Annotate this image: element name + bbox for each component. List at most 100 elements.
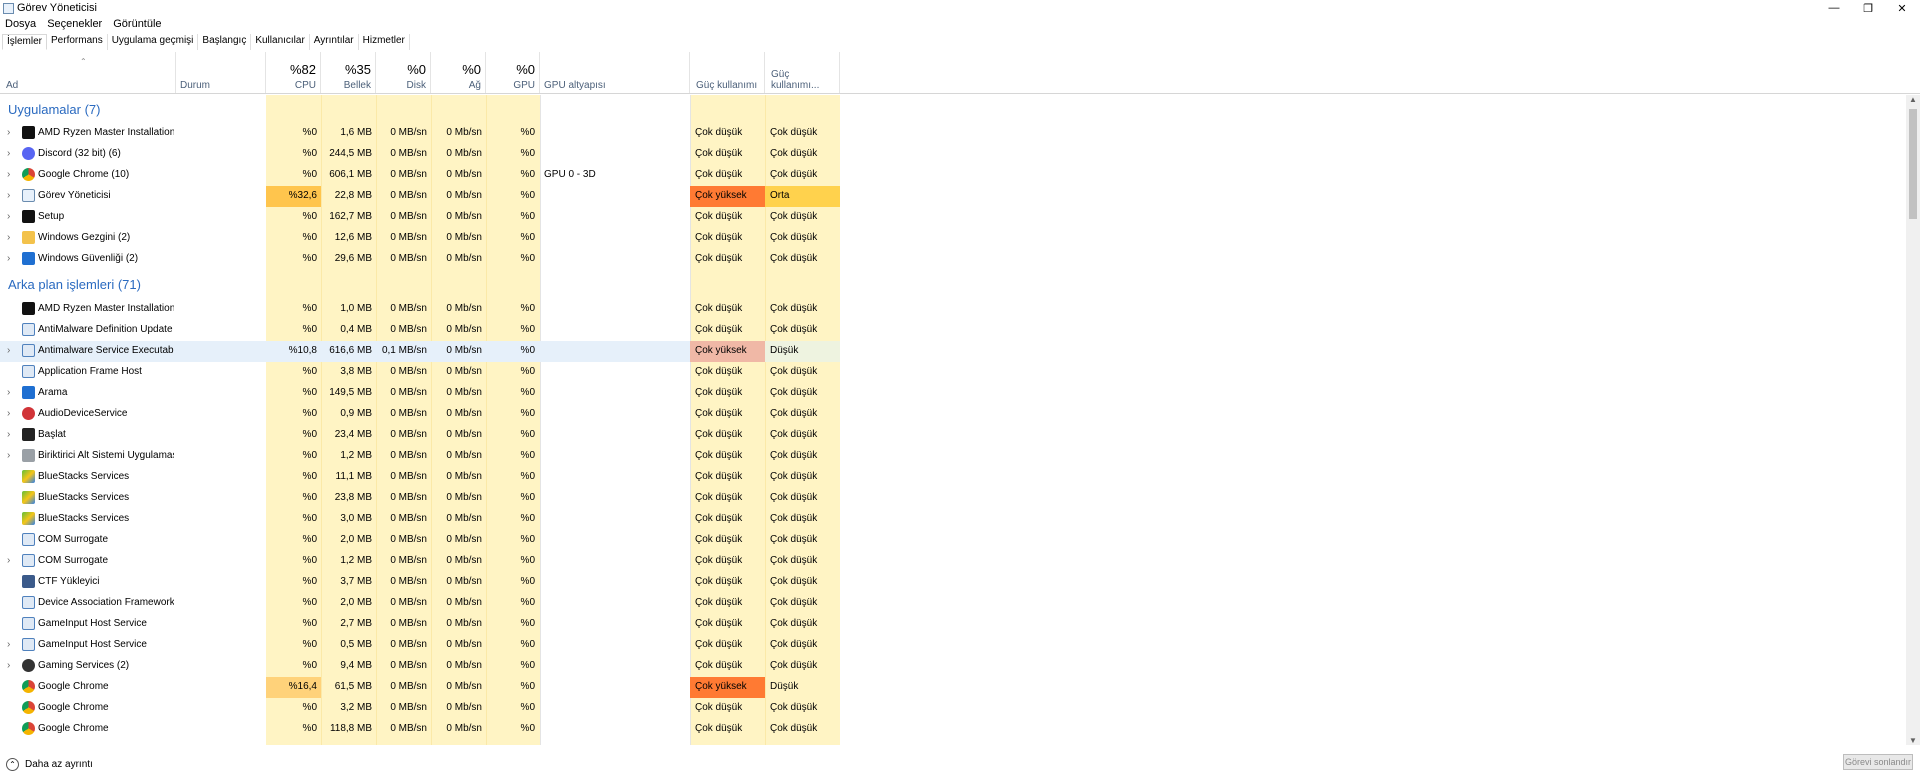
col-header-power-trend[interactable]: Güç kullanımı... [765, 52, 840, 94]
col-header-name[interactable]: Ad [0, 52, 176, 94]
power-value: Çok düşük [695, 660, 743, 671]
network-value: 0 Mb/sn [446, 148, 482, 159]
table-row[interactable]: › Google Chrome (10) %0 606,1 MB 0 MB/sn 0 Mb… [0, 165, 840, 186]
expand-chevron-icon[interactable]: › [7, 127, 10, 138]
table-row[interactable]: › Başlat %0 23,4 MB 0 MB/sn 0 Mb/sn %0 Çok düşü… [0, 425, 840, 446]
expand-chevron-icon[interactable]: › [7, 148, 10, 159]
group-header-background[interactable]: Arka plan işlemleri (71) [8, 277, 141, 292]
disk-value: 0 MB/sn [390, 253, 427, 264]
tab-uygulama-gecmisi[interactable]: Uygulama geçmişi [108, 34, 199, 50]
expand-chevron-icon[interactable]: › [7, 660, 10, 671]
expand-chevron-icon[interactable]: › [7, 232, 10, 243]
network-value: 0 Mb/sn [446, 169, 482, 180]
col-header-status[interactable]: Durum [176, 52, 266, 94]
scroll-thumb[interactable] [1909, 109, 1917, 219]
expand-chevron-icon[interactable]: › [7, 387, 10, 398]
disk-value: 0 MB/sn [390, 148, 427, 159]
expand-chevron-icon[interactable]: › [7, 345, 10, 356]
gpu-value: %0 [520, 597, 535, 608]
table-row[interactable]: Google Chrome %0 3,2 MB 0 MB/sn 0 Mb/sn %0 Çok… [0, 698, 840, 719]
menu-goruntule[interactable]: Görüntüle [108, 18, 167, 32]
table-row[interactable]: › GameInput Host Service %0 0,5 MB 0 MB/sn 0 … [0, 635, 840, 656]
power-value: Çok düşük [695, 387, 743, 398]
table-row[interactable]: Application Frame Host %0 3,8 MB 0 MB/sn 0 M… [0, 362, 840, 383]
expand-chevron-icon[interactable]: › [7, 190, 10, 201]
power-value: Çok düşük [695, 303, 743, 314]
table-row[interactable]: COM Surrogate %0 2,0 MB 0 MB/sn 0 Mb/sn %0 Çok… [0, 530, 840, 551]
table-row[interactable]: › Görev Yöneticisi %32,6 22,8 MB 0 MB/sn 0 Mb… [0, 186, 840, 207]
minimize-button[interactable]: — [1817, 0, 1851, 16]
less-details-label: Daha az ayrıntı [25, 759, 93, 770]
col-header-cpu[interactable]: %82 CPU [266, 52, 321, 94]
process-name: Gaming Services (2) [38, 660, 130, 671]
chrome-icon [22, 168, 35, 181]
menu-dosya[interactable]: Dosya [0, 18, 42, 32]
expand-chevron-icon[interactable]: › [7, 253, 10, 264]
tab-kullanicilar[interactable]: Kullanıcılar [251, 34, 310, 50]
close-button[interactable]: ✕ [1885, 0, 1919, 16]
expand-chevron-icon[interactable]: › [7, 429, 10, 440]
restore-button[interactable]: ❐ [1851, 0, 1885, 16]
network-value: 0 Mb/sn [446, 303, 482, 314]
table-row[interactable]: › AudioDeviceService %0 0,9 MB 0 MB/sn 0 Mb/s… [0, 404, 840, 425]
expand-chevron-icon[interactable]: › [7, 169, 10, 180]
table-row[interactable]: › COM Surrogate %0 1,2 MB 0 MB/sn 0 Mb/sn %0 Ço… [0, 551, 840, 572]
power-value: Çok düşük [695, 555, 743, 566]
col-header-power[interactable]: Güç kullanımı [690, 52, 765, 94]
tab-ayrintilar[interactable]: Ayrıntılar [310, 34, 359, 50]
col-header-gpu[interactable]: %0 GPU [486, 52, 540, 94]
memory-value: 3,7 MB [340, 576, 372, 587]
disk-value: 0 MB/sn [390, 232, 427, 243]
scroll-down-icon[interactable]: ▼ [1909, 736, 1917, 745]
tab-hizmetler[interactable]: Hizmetler [359, 34, 410, 50]
expand-chevron-icon[interactable]: › [7, 408, 10, 419]
menu-secenekler[interactable]: Seçenekler [42, 18, 108, 32]
table-row[interactable]: BlueStacks Services %0 3,0 MB 0 MB/sn 0 Mb/s… [0, 509, 840, 530]
table-row[interactable]: › Setup %0 162,7 MB 0 MB/sn 0 Mb/sn %0 Çok düşü… [0, 207, 840, 228]
expand-chevron-icon[interactable]: › [7, 211, 10, 222]
col-name-label: Ad [6, 80, 19, 91]
table-row[interactable]: AntiMalware Definition Update %0 0,4 MB 0 M… [0, 320, 840, 341]
table-row[interactable]: Google Chrome %16,4 61,5 MB 0 MB/sn 0 Mb/sn%… [0, 677, 840, 698]
table-row[interactable]: AMD Ryzen Master Installation (... %0 1,0 … [0, 299, 840, 320]
group-header-apps[interactable]: Uygulamalar (7) [8, 102, 100, 117]
table-row[interactable]: › Windows Güvenliği (2) %0 29,6 MB 0 MB/sn 0 … [0, 249, 840, 270]
vertical-scrollbar[interactable]: ▲ ▼ [1906, 95, 1920, 745]
table-row[interactable]: BlueStacks Services %0 11,1 MB 0 MB/sn 0 Mb/… [0, 467, 840, 488]
less-details-button[interactable]: ⌃ Daha az ayrıntı [6, 758, 93, 771]
table-row[interactable]: CTF Yükleyici %0 3,7 MB 0 MB/sn 0 Mb/sn %0 Çok… [0, 572, 840, 593]
service-icon [22, 617, 35, 630]
col-header-gpu-engine[interactable]: GPU altyapısı [540, 52, 690, 94]
table-row[interactable]: › Discord (32 bit) (6) %0 244,5 MB 0 MB/sn 0 … [0, 144, 840, 165]
tab-baslangic[interactable]: Başlangıç [198, 34, 252, 50]
memory-value: 22,8 MB [334, 190, 372, 201]
cpu-value: %0 [302, 324, 317, 335]
table-row[interactable]: Google Chrome %0 118,8 MB 0 MB/sn 0 Mb/sn %0 Ç… [0, 719, 840, 740]
net-total: %0 [462, 62, 481, 77]
end-task-button[interactable]: Görevi sonlandır [1843, 754, 1913, 770]
expand-chevron-icon[interactable]: › [7, 450, 10, 461]
disk-value: 0 MB/sn [390, 702, 427, 713]
scroll-up-icon[interactable]: ▲ [1909, 95, 1917, 104]
table-row[interactable]: › Arama %0 149,5 MB 0 MB/sn 0 Mb/sn %0 Çok düşü… [0, 383, 840, 404]
table-row[interactable]: › AMD Ryzen Master Installation (... %0 1,6… [0, 123, 840, 144]
table-row[interactable]: › Antimalware Service Executable %10,8 616,… [0, 341, 840, 362]
process-name: Device Association Framework ... [38, 597, 174, 608]
expand-chevron-icon[interactable]: › [7, 639, 10, 650]
table-row[interactable]: › Windows Gezgini (2) %0 12,6 MB 0 MB/sn 0 Mb… [0, 228, 840, 249]
cpu-value: %0 [302, 232, 317, 243]
table-row[interactable]: Device Association Framework ... %0 2,0 MB… [0, 593, 840, 614]
table-row[interactable]: BlueStacks Services %0 23,8 MB 0 MB/sn 0 Mb/… [0, 488, 840, 509]
tab-islemler[interactable]: İşlemler [2, 34, 48, 50]
gpu-value: %0 [520, 253, 535, 264]
expand-chevron-icon[interactable]: › [7, 555, 10, 566]
col-header-memory[interactable]: %35 Bellek [321, 52, 376, 94]
table-row[interactable]: › Biriktirici Alt Sistemi Uygulaması %0 1,2… [0, 446, 840, 467]
process-name: BlueStacks Services [38, 513, 130, 524]
table-row[interactable]: GameInput Host Service %0 2,7 MB 0 MB/sn 0 M… [0, 614, 840, 635]
col-header-disk[interactable]: %0 Disk [376, 52, 431, 94]
table-row[interactable]: › Gaming Services (2) %0 9,4 MB 0 MB/sn 0 Mb/… [0, 656, 840, 677]
tab-performans[interactable]: Performans [47, 34, 108, 50]
col-header-network[interactable]: %0 Ağ [431, 52, 486, 94]
service-icon [22, 596, 35, 609]
